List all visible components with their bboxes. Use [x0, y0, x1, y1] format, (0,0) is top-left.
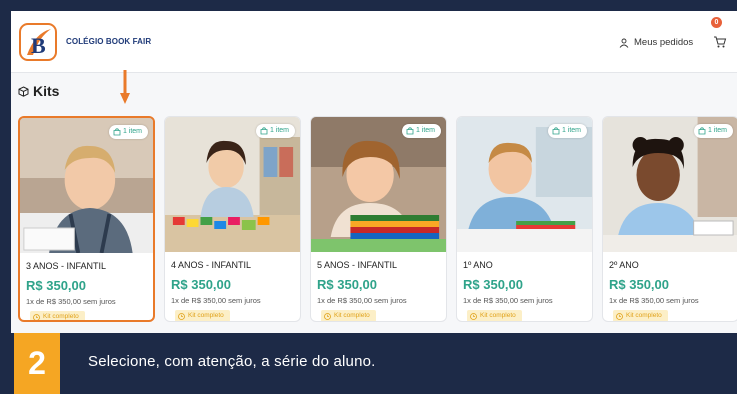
kit-complete-tag: Kit completo: [467, 310, 522, 321]
clock-icon: [33, 313, 40, 320]
kit-complete-label: Kit completo: [188, 312, 224, 319]
grade-label: 3 ANOS - INFANTIL: [26, 261, 107, 271]
price: R$ 350,00: [317, 277, 377, 292]
logo-b-icon[interactable]: B: [19, 23, 57, 61]
svg-text:B: B: [31, 33, 46, 58]
clock-icon: [178, 312, 185, 320]
installment-info: 1x de R$ 350,00 sem juros: [317, 296, 407, 305]
kit-complete-label: Kit completo: [334, 312, 370, 319]
item-count-label: 1 item: [269, 127, 289, 134]
cart-icon[interactable]: [713, 35, 727, 49]
price: R$ 350,00: [26, 278, 86, 293]
section-title: Kits: [18, 83, 59, 99]
grade-label: 1º ANO: [463, 260, 493, 270]
kit-card-3-anos[interactable]: 1 item 3 ANOS - INFANTIL R$ 350,00 1x de…: [18, 116, 155, 322]
step-number: 2: [14, 333, 60, 394]
clock-icon: [616, 312, 623, 320]
instruction-text: Selecione, com atenção, a série do aluno…: [88, 353, 376, 370]
kit-complete-label: Kit completo: [480, 312, 516, 319]
box-icon: [18, 85, 29, 97]
price: R$ 350,00: [609, 277, 669, 292]
grade-label: 5 ANOS - INFANTIL: [317, 260, 398, 270]
installment-info: 1x de R$ 350,00 sem juros: [463, 296, 553, 305]
item-count-label: 1 item: [122, 128, 142, 135]
app-screen: B COLÉGIO BOOK FAIR Meus pedidos 0 Kits …: [11, 11, 737, 333]
kit-complete-tag: Kit completo: [321, 310, 376, 321]
bag-icon: [552, 127, 560, 135]
installment-info: 1x de R$ 350,00 sem juros: [26, 297, 116, 306]
bag-icon: [406, 127, 414, 135]
kit-complete-label: Kit completo: [43, 313, 79, 320]
kit-complete-tag: Kit completo: [613, 310, 668, 321]
kit-complete-tag: Kit completo: [30, 311, 85, 320]
item-count-label: 1 item: [707, 127, 727, 134]
price: R$ 350,00: [463, 277, 523, 292]
item-count-badge: 1 item: [547, 124, 587, 138]
installment-info: 1x de R$ 350,00 sem juros: [609, 296, 699, 305]
item-count-label: 1 item: [415, 127, 435, 134]
my-orders-label: Meus pedidos: [634, 37, 694, 48]
price: R$ 350,00: [171, 277, 231, 292]
brand-name: COLÉGIO BOOK FAIR: [66, 37, 152, 46]
grade-label: 4 ANOS - INFANTIL: [171, 260, 252, 270]
item-count-badge: 1 item: [693, 124, 733, 138]
bag-icon: [260, 127, 268, 135]
kit-card-1-ano[interactable]: 1 item 1º ANO R$ 350,00 1x de R$ 350,00 …: [456, 116, 593, 322]
clock-icon: [470, 312, 477, 320]
item-count-badge: 1 item: [401, 124, 441, 138]
kit-complete-label: Kit completo: [626, 312, 662, 319]
grade-label: 2º ANO: [609, 260, 639, 270]
item-count-label: 1 item: [561, 127, 581, 134]
cart-count-badge: 0: [711, 17, 722, 28]
user-icon: [619, 38, 629, 48]
my-orders-link[interactable]: Meus pedidos: [619, 37, 693, 48]
top-bar: B COLÉGIO BOOK FAIR Meus pedidos: [11, 11, 737, 73]
bag-icon: [698, 127, 706, 135]
kit-card-5-anos[interactable]: 1 item 5 ANOS - INFANTIL R$ 350,00 1x de…: [310, 116, 447, 322]
pointer-arrow: [120, 70, 130, 104]
clock-icon: [324, 312, 331, 320]
item-count-badge: 1 item: [108, 125, 148, 139]
tutorial-frame: B COLÉGIO BOOK FAIR Meus pedidos 0 Kits …: [0, 0, 737, 394]
kit-complete-tag: Kit completo: [175, 310, 230, 321]
kit-card-4-anos[interactable]: 1 item 4 ANOS - INFANTIL R$ 350,00 1x de…: [164, 116, 301, 322]
section-title-text: Kits: [33, 83, 60, 99]
installment-info: 1x de R$ 350,00 sem juros: [171, 296, 261, 305]
kit-card-2-ano[interactable]: 1 item 2º ANO R$ 350,00 1x de R$ 350,00 …: [602, 116, 737, 322]
bag-icon: [113, 128, 121, 136]
item-count-badge: 1 item: [255, 124, 295, 138]
